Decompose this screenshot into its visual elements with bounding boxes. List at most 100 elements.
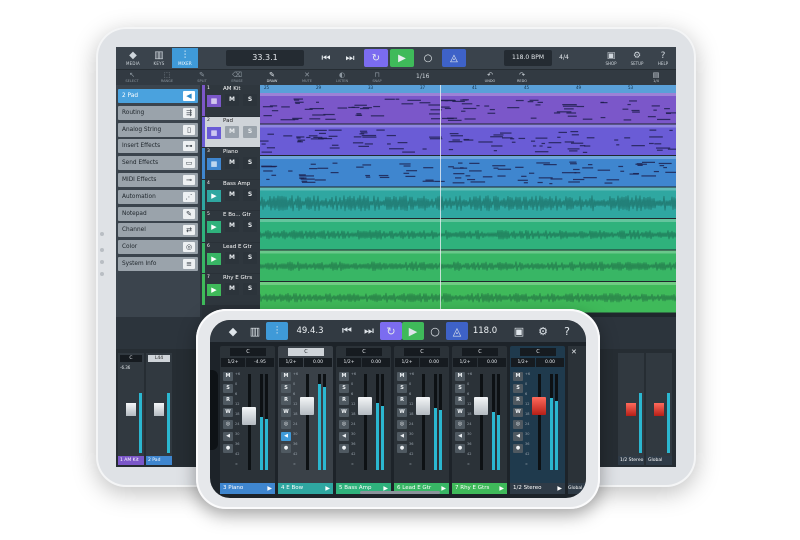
inspector-item[interactable]: System Info ≡ — [118, 257, 198, 271]
mute-button[interactable]: M — [225, 188, 239, 201]
phone-tempo-display[interactable]: 118.0 — [465, 323, 505, 339]
strip-key[interactable]: C — [520, 348, 556, 356]
volume-value[interactable]: 0.00 — [420, 358, 448, 367]
fader-track[interactable] — [306, 374, 309, 470]
fader-cap[interactable] — [358, 397, 372, 416]
tool-media[interactable]: ◆ MEDIA — [120, 48, 146, 68]
strip-w-button[interactable]: W — [339, 408, 349, 417]
strip-r-button[interactable]: R — [281, 396, 291, 405]
fader-cap[interactable] — [154, 403, 164, 416]
close-icon[interactable]: ✕ — [571, 348, 577, 356]
record-arm-icon[interactable]: ● — [281, 444, 291, 453]
mixer-button[interactable]: ⫶ — [266, 322, 288, 340]
tool-1-4[interactable]: ▤ 1/4 — [642, 71, 670, 85]
strip-key[interactable]: C — [230, 348, 266, 356]
strip-s-button[interactable]: S — [281, 384, 291, 393]
edit-icon[interactable]: ◎ — [513, 420, 523, 429]
fader-cap[interactable] — [626, 403, 636, 416]
rewind-button[interactable]: ⏮ — [314, 49, 338, 67]
mute-button[interactable]: M — [225, 220, 239, 232]
mute-button[interactable]: M — [225, 157, 239, 169]
speaker-icon[interactable]: ◀ — [223, 432, 233, 441]
tablet-channel-strip[interactable]: Global — [646, 353, 672, 465]
strip-m-button[interactable]: M — [455, 372, 465, 381]
global-strip[interactable]: Global ✕ — [568, 346, 586, 494]
strip-m-button[interactable]: M — [513, 372, 523, 381]
fader-cap[interactable] — [300, 397, 314, 416]
track-header[interactable]: 3 Piano ▦ M S — [202, 148, 260, 179]
fader-cap[interactable] — [416, 397, 430, 416]
record-arm-icon[interactable]: ● — [455, 444, 465, 453]
pan-value[interactable]: 1/2+ — [511, 358, 535, 367]
fader-track[interactable] — [364, 374, 367, 470]
channel-strip[interactable]: C 1/2+ 0.00 M S R W ◎ ◀ ● +6 0 6 12 18 24 30 36 42 ∞ 7 Rhy E… — [452, 346, 507, 494]
channel-strip[interactable]: C 1/2+ -4.95 M S R W ◎ ◀ ● +6 0 6 12 18 24 30 36 42 ∞ 3 Pian… — [220, 346, 275, 494]
volume-value[interactable]: 0.00 — [362, 358, 390, 367]
edit-icon[interactable]: ◎ — [397, 420, 407, 429]
strip-w-button[interactable]: W — [281, 408, 291, 417]
strip-m-button[interactable]: M — [339, 372, 349, 381]
record-arm-icon[interactable]: ● — [397, 444, 407, 453]
speaker-icon[interactable]: ◀ — [281, 432, 291, 441]
tablet-channel-strip[interactable]: L44 2 Pad — [146, 353, 172, 465]
inspector-item[interactable]: Analog String ▯ — [118, 122, 198, 137]
strip-s-button[interactable]: S — [397, 384, 407, 393]
tool-snap[interactable]: ⊓ SNAP — [363, 71, 391, 85]
inspector-item[interactable]: Routing ⇶ — [118, 105, 198, 120]
record-arm-icon[interactable]: ● — [513, 444, 523, 453]
strip-name[interactable]: 7 Rhy E Gtrs ▶ — [452, 483, 507, 494]
solo-button[interactable]: S — [243, 220, 257, 232]
tool-help[interactable]: ? HELP — [650, 48, 676, 68]
timeline-ruler[interactable]: 25 29 33 37 41 45 49 53 — [260, 85, 676, 93]
tool-mute[interactable]: ✕ MUTE — [293, 71, 321, 85]
edit-icon[interactable]: ◎ — [455, 420, 465, 429]
fader-cap[interactable] — [242, 406, 256, 425]
clip-piano[interactable] — [260, 156, 676, 187]
play-button[interactable]: ▶ — [390, 49, 414, 67]
tool-split[interactable]: ✎ SPLIT — [188, 71, 216, 85]
track-header[interactable]: 7 Rhy E Gtrs ▶ M S — [202, 274, 260, 305]
mute-button[interactable]: M — [225, 251, 239, 264]
solo-button[interactable]: S — [243, 125, 257, 138]
inspector-item[interactable]: 2 Pad ◀ — [118, 89, 198, 103]
play-button[interactable]: ▶ — [402, 322, 424, 340]
loop-button[interactable]: ↻ — [364, 49, 388, 67]
strip-key[interactable]: C — [462, 348, 498, 356]
playhead[interactable] — [440, 85, 441, 317]
track-header[interactable]: 2 Pad ▦ M S — [202, 116, 260, 147]
strip-r-button[interactable]: R — [513, 396, 523, 405]
mute-button[interactable]: M — [225, 283, 239, 295]
strip-key[interactable]: C — [288, 348, 324, 356]
fader-track[interactable] — [538, 374, 541, 470]
strip-w-button[interactable]: W — [223, 408, 233, 417]
strip-key[interactable]: C — [346, 348, 382, 356]
strip-r-button[interactable]: R — [455, 396, 465, 405]
record-arm-icon[interactable]: ● — [223, 444, 233, 453]
strip-s-button[interactable]: S — [513, 384, 523, 393]
tool-undo[interactable]: ↶ UNDO — [476, 71, 504, 85]
track-header[interactable]: 5 E Bo... Gtr ▶ M S — [202, 211, 260, 242]
forward-button[interactable]: ⏭ — [358, 322, 380, 340]
strip-r-button[interactable]: R — [223, 396, 233, 405]
pan-value[interactable]: 1/2+ — [279, 358, 303, 367]
shop-button[interactable]: ▣ — [508, 322, 530, 340]
tool-listen[interactable]: ◐ LISTEN — [328, 71, 356, 85]
inspector-item[interactable]: Notepad ✎ — [118, 206, 198, 221]
strip-m-button[interactable]: M — [281, 372, 291, 381]
metronome-button[interactable]: ◬ — [442, 49, 466, 67]
volume-value[interactable]: 0.00 — [478, 358, 506, 367]
volume-value[interactable]: 0.00 — [536, 358, 564, 367]
arrangement-view[interactable]: 25 29 33 37 41 45 49 53 — [260, 85, 676, 317]
tempo-display[interactable]: 118.0 BPM — [504, 50, 552, 66]
inspector-item[interactable]: Color ◎ — [118, 240, 198, 255]
loop-button[interactable]: ↻ — [380, 322, 402, 340]
strip-w-button[interactable]: W — [455, 408, 465, 417]
inspector-item[interactable]: Automation ⋰ — [118, 189, 198, 204]
speaker-icon[interactable]: ◀ — [455, 432, 465, 441]
tool-setup[interactable]: ⚙ SETUP — [624, 48, 650, 68]
mute-button[interactable]: M — [225, 94, 239, 106]
speaker-icon[interactable]: ◀ — [397, 432, 407, 441]
inspector-item[interactable]: MIDI Effects ⊸ — [118, 173, 198, 187]
forward-button[interactable]: ⏭ — [338, 49, 362, 67]
speaker-icon[interactable]: ◀ — [339, 432, 349, 441]
